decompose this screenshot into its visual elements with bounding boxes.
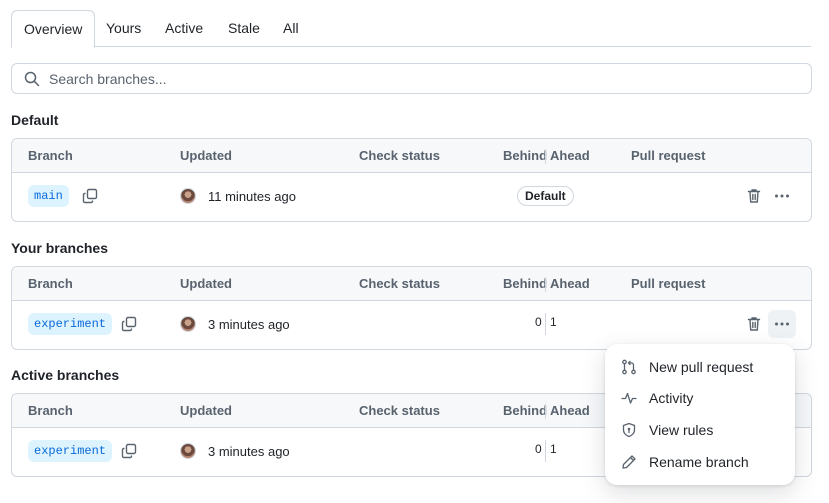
tab-overview[interactable]: Overview <box>11 10 96 48</box>
section-title-default: Default <box>11 112 59 128</box>
more-options-button[interactable] <box>768 182 796 210</box>
tab-yours[interactable]: Yours <box>106 10 141 47</box>
column-pull-request: Pull request <box>631 148 706 163</box>
column-branch: Branch <box>28 403 73 418</box>
branch-name-link[interactable]: experiment <box>28 313 113 335</box>
column-updated: Updated <box>180 148 232 163</box>
column-divider <box>545 404 546 419</box>
delete-branch-button[interactable] <box>740 310 768 338</box>
trash-icon <box>747 189 761 203</box>
column-branch: Branch <box>28 148 73 163</box>
column-updated: Updated <box>180 403 232 418</box>
behind-ahead-divider <box>545 440 546 462</box>
behind-count: 0 <box>535 442 542 456</box>
table-header: Branch Updated Check status Behind Ahead… <box>12 267 811 301</box>
table-header: Branch Updated Check status Behind Ahead… <box>12 139 811 173</box>
behind-ahead-divider <box>545 313 546 335</box>
git-pull-request-icon <box>621 359 637 375</box>
trash-icon <box>747 317 761 331</box>
ahead-count: 1 <box>550 442 557 456</box>
copy-button[interactable] <box>115 310 143 338</box>
branch-tabs: Overview Yours Active Stale All <box>11 10 811 48</box>
default-badge: Default <box>517 186 574 206</box>
column-ahead: Ahead <box>550 148 590 163</box>
more-options-button[interactable] <box>768 310 796 338</box>
search-icon <box>24 71 40 87</box>
column-check-status: Check status <box>359 403 440 418</box>
menu-item-activity[interactable]: Activity <box>613 383 787 413</box>
tab-all[interactable]: All <box>283 10 299 47</box>
column-check-status: Check status <box>359 148 440 163</box>
branch-actions-menu: New pull request Activity View rules Ren… <box>605 344 795 485</box>
column-divider <box>545 277 546 292</box>
copy-icon <box>82 188 98 204</box>
updated-time: 11 minutes ago <box>208 189 296 204</box>
copy-icon <box>121 443 137 459</box>
column-check-status: Check status <box>359 276 440 291</box>
menu-item-new-pull-request[interactable]: New pull request <box>613 352 787 382</box>
menu-item-label: Rename branch <box>649 454 749 470</box>
search-box <box>11 63 812 94</box>
tab-stale[interactable]: Stale <box>228 10 260 47</box>
avatar[interactable] <box>180 443 196 459</box>
branch-name-link[interactable]: main <box>28 185 69 207</box>
copy-button[interactable] <box>115 437 143 465</box>
column-behind: Behind <box>503 276 548 291</box>
menu-item-label: View rules <box>649 422 714 438</box>
default-branch-table: Branch Updated Check status Behind Ahead… <box>11 138 812 222</box>
branch-name-link[interactable]: experiment <box>28 440 113 462</box>
copy-button[interactable] <box>76 182 104 210</box>
updated-time: 3 minutes ago <box>208 317 290 332</box>
pulse-icon <box>621 390 637 406</box>
kebab-horizontal-icon <box>775 194 789 198</box>
copy-icon <box>121 316 137 332</box>
pencil-icon <box>621 454 637 470</box>
menu-item-rename-branch[interactable]: Rename branch <box>613 447 787 477</box>
column-behind: Behind <box>503 403 548 418</box>
table-row: main 11 minutes ago Default <box>12 173 811 220</box>
search-input[interactable] <box>47 68 787 90</box>
avatar[interactable] <box>180 316 196 332</box>
menu-item-label: New pull request <box>649 359 754 375</box>
column-behind: Behind <box>503 148 548 163</box>
shield-icon <box>621 422 637 438</box>
table-row: experiment 3 minutes ago 0 1 <box>12 301 811 348</box>
section-title-active-branches: Active branches <box>11 367 120 383</box>
column-branch: Branch <box>28 276 73 291</box>
kebab-horizontal-icon <box>775 322 789 326</box>
menu-item-label: Activity <box>649 390 694 406</box>
updated-time: 3 minutes ago <box>208 444 290 459</box>
your-branches-table: Branch Updated Check status Behind Ahead… <box>11 266 812 350</box>
column-divider <box>545 149 546 164</box>
menu-item-view-rules[interactable]: View rules <box>613 415 787 445</box>
column-updated: Updated <box>180 276 232 291</box>
behind-count: 0 <box>535 315 542 329</box>
column-ahead: Ahead <box>550 403 590 418</box>
section-title-your-branches: Your branches <box>11 240 108 256</box>
delete-branch-button[interactable] <box>740 182 768 210</box>
column-ahead: Ahead <box>550 276 590 291</box>
ahead-count: 1 <box>550 315 557 329</box>
tab-active[interactable]: Active <box>165 10 203 47</box>
column-pull-request: Pull request <box>631 276 706 291</box>
avatar[interactable] <box>180 188 196 204</box>
